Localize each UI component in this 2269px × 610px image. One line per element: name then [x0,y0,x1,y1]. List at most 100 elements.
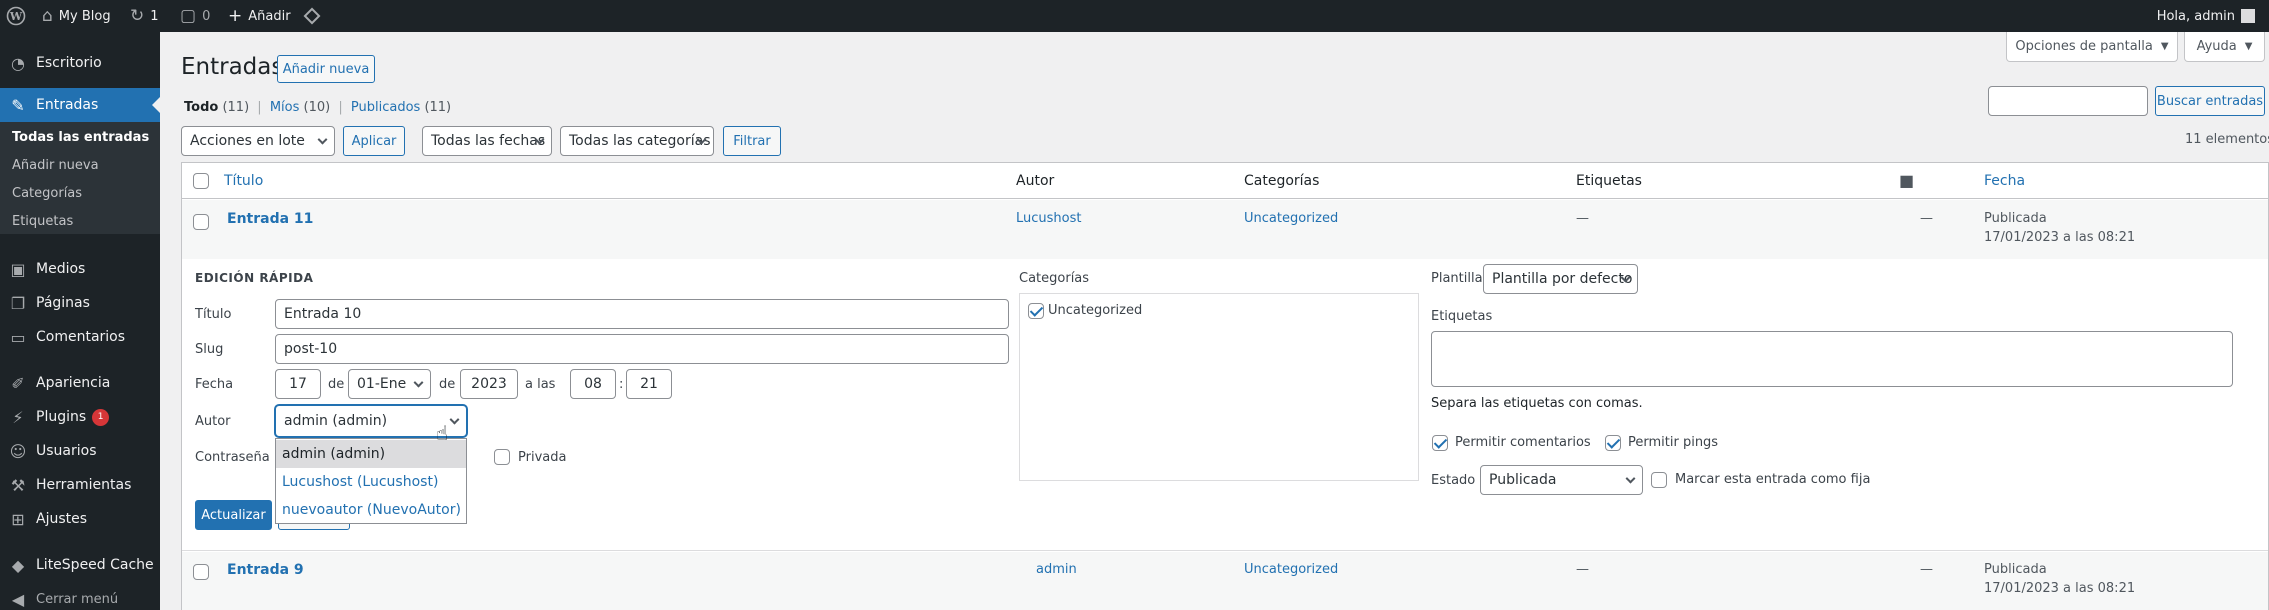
select-value: 01-Ene [357,376,407,392]
menu-pages[interactable]: ❐ Páginas [0,286,160,320]
author-option[interactable]: Lucushost (Lucushost) [276,468,466,496]
allow-comments-checkbox[interactable] [1432,435,1448,451]
add-new-post-button[interactable]: Añadir nueva [277,55,375,83]
table-header: Título Autor Categorías Etiquetas ■ Fech… [182,163,2268,199]
submenu-categories[interactable]: Categorías [12,186,82,201]
minute-input[interactable]: 21 [626,369,672,399]
menu-litespeed[interactable]: ◆ LiteSpeed Cache [0,548,160,582]
menu-plugins[interactable]: ⚡ Plugins 1 [0,400,160,434]
updates-link[interactable]: ↻ 1 [130,0,159,32]
menu-tools[interactable]: ⚒ Herramientas [0,468,160,502]
avatar [2241,9,2255,23]
screen-options-label: Opciones de pantalla [2015,39,2153,54]
screen-options-button[interactable]: Opciones de pantalla ▼ [2006,32,2178,62]
triangle-down-icon: ▼ [2160,41,2169,52]
month-select[interactable]: 01-Ene [348,369,431,399]
row-checkbox[interactable] [193,564,209,580]
post-author-link[interactable]: admin [1036,562,1077,577]
post-date: 17/01/2023 a las 08:21 [1984,230,2136,245]
view-published-link[interactable]: Publicados [351,100,420,115]
wordpress-logo-icon[interactable]: W [6,0,26,32]
triangle-down-icon: ▼ [2244,41,2253,52]
author-label: Autor [195,414,231,429]
template-select[interactable]: Plantilla por defecto [1483,264,1638,294]
menu-dashboard[interactable]: ◔ Escritorio [0,46,160,80]
collapse-menu[interactable]: ◀ Cerrar menú [0,582,160,610]
view-mine-link[interactable]: Míos [270,100,300,115]
plus-icon: + [228,6,243,26]
category-filter-select[interactable]: Todas las categorías [560,126,714,156]
help-button[interactable]: Ayuda ▼ [2184,32,2265,62]
column-date[interactable]: Fecha [1984,173,2025,189]
table-row: Entrada 11 Lucushost Uncategorized — — P… [182,200,2268,259]
menu-appearance[interactable]: ✐ Apariencia [0,366,160,400]
post-title-link[interactable]: Entrada 9 [227,562,304,578]
filter-button[interactable]: Filtrar [723,126,781,156]
users-icon: ☺ [9,441,27,461]
menu-label: Cerrar menú [36,591,119,607]
new-content-link[interactable]: + Añadir [228,0,291,32]
post-search-input[interactable] [1988,86,2148,116]
date-filter-select[interactable]: Todas las fechas [422,126,552,156]
plugins-icon: ⚡ [12,407,24,427]
apply-bulk-button[interactable]: Aplicar [343,126,405,156]
category-checkbox[interactable] [1028,303,1044,319]
plugin-diamond-icon[interactable] [303,0,321,32]
post-category-link[interactable]: Uncategorized [1244,211,1338,226]
update-button[interactable]: Actualizar [195,500,272,530]
submenu-add-new[interactable]: Añadir nueva [12,158,99,173]
menu-label: Comentarios [36,329,126,345]
plugins-update-badge: 1 [92,408,110,426]
menu-settings[interactable]: ⊞ Ajustes [0,502,160,536]
allow-pings-checkbox[interactable] [1605,435,1621,451]
site-name: My Blog [58,8,111,24]
day-input[interactable]: 17 [275,369,321,399]
row-checkbox[interactable] [193,214,209,230]
submenu-tags[interactable]: Etiquetas [12,214,73,229]
tags-textarea[interactable] [1431,331,2233,387]
bulk-actions-select[interactable]: Acciones en lote [181,126,335,156]
comment-icon: ▢ [180,6,197,26]
status-select[interactable]: Publicada [1480,465,1643,495]
private-checkbox[interactable] [494,449,510,465]
menu-comments[interactable]: ▭ Comentarios [0,320,160,354]
hour-input[interactable]: 08 [570,369,616,399]
my-account[interactable]: Hola, admin [2157,0,2269,32]
post-category-link[interactable]: Uncategorized [1244,562,1338,577]
post-tags: — [1576,211,1589,226]
select-all-checkbox[interactable] [193,173,209,189]
menu-posts[interactable]: ✎ Entradas [0,88,160,122]
slug-input[interactable]: post-10 [275,334,1009,364]
comments-link[interactable]: ▢ 0 [180,0,210,32]
author-option[interactable]: nuevoautor (NuevoAutor) [276,496,466,524]
view-all-link[interactable]: Todo [184,100,218,115]
title-input[interactable]: Entrada 10 [275,299,1009,329]
separator: | [257,100,262,115]
select-value: Publicada [1489,472,1557,488]
chevron-down-icon [1625,473,1636,484]
column-title[interactable]: Título [224,173,263,189]
column-author: Autor [1016,173,1055,189]
post-comments: — [1920,562,1933,577]
comments-column-icon[interactable]: ■ [1899,171,1914,190]
status-label: Estado [1431,473,1476,488]
menu-media[interactable]: ▣ Medios [0,252,160,286]
settings-icon: ⊞ [11,509,25,529]
admin-bar: W ⌂ My Blog ↻ 1 ▢ 0 + Añadir Hola, admin [0,0,2269,32]
help-label: Ayuda [2196,39,2237,54]
post-author-link[interactable]: Lucushost [1016,211,1081,226]
column-tags: Etiquetas [1576,173,1642,189]
sticky-checkbox[interactable] [1651,472,1667,488]
menu-users[interactable]: ☺ Usuarios [0,434,160,468]
search-posts-button[interactable]: Buscar entradas [2155,86,2265,116]
menu-label: Entradas [36,97,99,113]
menu-label: Ajustes [36,511,88,527]
pin-icon: ✎ [11,95,25,115]
site-name-link[interactable]: ⌂ My Blog [42,0,111,32]
year-input[interactable]: 2023 [460,369,518,399]
chevron-down-icon [317,134,328,145]
author-dropdown-list: admin (admin) Lucushost (Lucushost) nuev… [275,438,467,524]
quick-edit-heading: EDICIÓN RÁPIDA [195,271,314,285]
post-title-link[interactable]: Entrada 11 [227,211,313,227]
submenu-all-posts[interactable]: Todas las entradas [12,130,149,145]
